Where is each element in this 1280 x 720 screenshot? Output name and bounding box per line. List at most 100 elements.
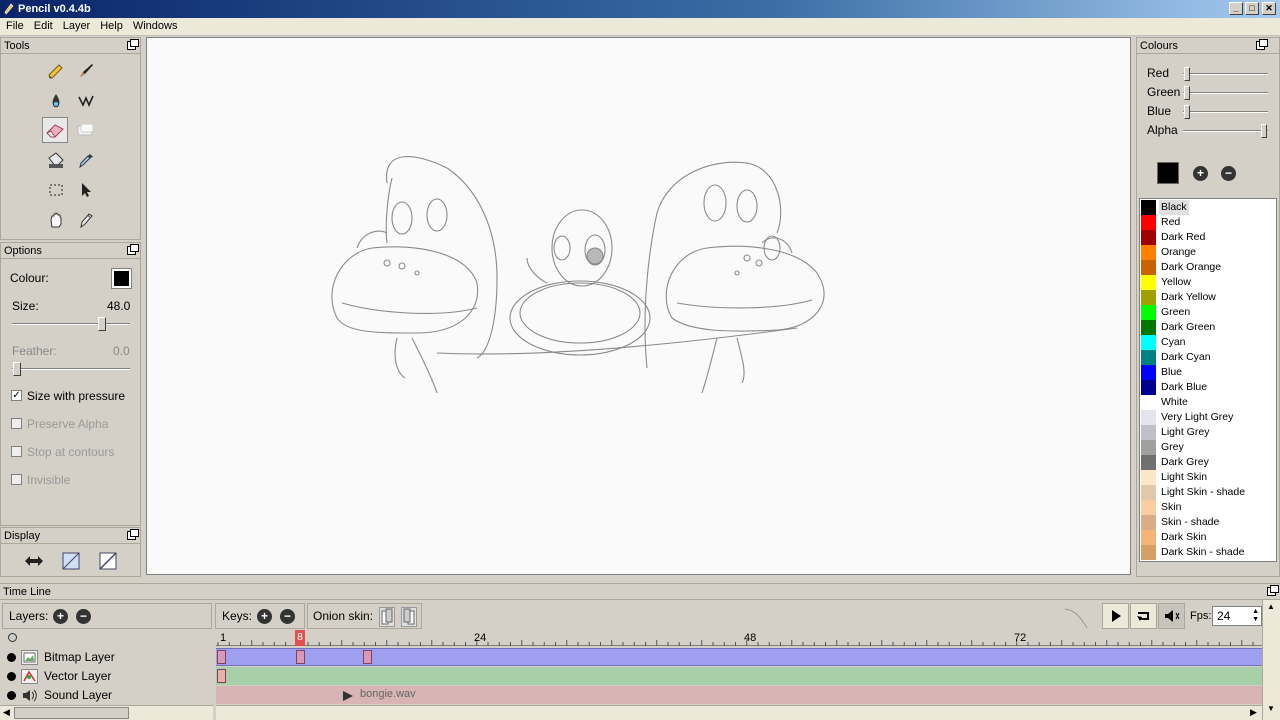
layer-row-bitmap[interactable]: Bitmap Layer xyxy=(0,648,213,667)
palette-item[interactable]: Dark Skin xyxy=(1141,530,1273,545)
float-panel-icon[interactable] xyxy=(1256,39,1268,50)
float-panel-icon[interactable] xyxy=(1267,585,1279,596)
menu-file[interactable]: File xyxy=(0,18,28,32)
palette-item[interactable]: Cyan xyxy=(1141,335,1273,350)
onion-prev-icon[interactable] xyxy=(379,607,395,627)
bucket-tool-icon[interactable] xyxy=(43,147,69,173)
menu-layer[interactable]: Layer xyxy=(57,18,95,32)
layer-visibility-icon[interactable] xyxy=(7,691,16,700)
ink-tool-icon[interactable] xyxy=(43,88,69,114)
layers-scrollbar-thumb[interactable] xyxy=(14,707,129,719)
menu-help[interactable]: Help xyxy=(94,18,127,32)
green-slider-thumb[interactable] xyxy=(1184,86,1190,100)
polyline-tool-icon[interactable] xyxy=(73,88,99,114)
visibility-all-icon[interactable] xyxy=(8,633,17,642)
add-layer-icon[interactable]: + xyxy=(53,609,68,624)
pen-tool-icon[interactable] xyxy=(73,58,99,84)
palette-item[interactable]: Dark Skin - shade xyxy=(1141,545,1273,560)
frame-ruler[interactable]: 1 24 48 72 8 xyxy=(216,630,1262,646)
outlines-icon[interactable] xyxy=(95,548,121,574)
eraser-tool-icon[interactable] xyxy=(42,117,68,143)
mirror-horizontal-icon[interactable] xyxy=(21,548,47,574)
layer-row-sound[interactable]: Sound Layer xyxy=(0,686,213,705)
play-button[interactable] xyxy=(1102,603,1129,629)
vector-layer-track[interactable] xyxy=(216,667,1262,685)
blue-slider-track[interactable] xyxy=(1183,111,1268,113)
palette-item[interactable]: Dark Grey xyxy=(1141,455,1273,470)
layer-visibility-icon[interactable] xyxy=(7,653,16,662)
move-tool-icon[interactable] xyxy=(73,177,99,203)
green-slider-track[interactable] xyxy=(1183,92,1268,94)
red-slider-thumb[interactable] xyxy=(1184,67,1190,81)
palette-item[interactable]: Grey xyxy=(1141,440,1273,455)
palette-item[interactable]: Dark Yellow xyxy=(1141,290,1273,305)
scroll-right-icon[interactable]: ▶ xyxy=(1250,707,1257,718)
spin-up-icon[interactable]: ▲ xyxy=(1252,608,1259,615)
palette-item[interactable]: Light Grey xyxy=(1141,425,1273,440)
onion-next-icon[interactable] xyxy=(401,607,417,627)
thin-lines-icon[interactable] xyxy=(58,548,84,574)
size-slider-thumb[interactable] xyxy=(98,317,106,331)
remove-key-icon[interactable]: − xyxy=(280,609,295,624)
palette-item[interactable]: Blue xyxy=(1141,365,1273,380)
drawing-canvas[interactable] xyxy=(146,37,1131,575)
hand-tool-icon[interactable] xyxy=(43,207,69,233)
maximize-button[interactable]: □ xyxy=(1245,2,1259,15)
palette-item[interactable]: Black xyxy=(1141,200,1273,215)
palette-item[interactable]: White xyxy=(1141,395,1273,410)
red-slider-track[interactable] xyxy=(1183,73,1268,75)
scroll-up-icon[interactable]: ▲ xyxy=(1267,602,1275,611)
float-panel-icon[interactable] xyxy=(127,244,139,255)
scroll-down-icon[interactable]: ▼ xyxy=(1267,704,1275,713)
menu-windows[interactable]: Windows xyxy=(127,18,182,32)
smudge-tool-icon[interactable] xyxy=(73,207,99,233)
current-colour-swatch[interactable] xyxy=(1157,162,1179,184)
invisible-checkbox[interactable] xyxy=(11,474,22,485)
palette-item[interactable]: Skin - shade xyxy=(1141,515,1273,530)
palette-item[interactable]: Dark Blue xyxy=(1141,380,1273,395)
spin-down-icon[interactable]: ▼ xyxy=(1252,616,1259,623)
size-slider-track[interactable] xyxy=(12,323,130,325)
palette-item[interactable]: Red xyxy=(1141,215,1273,230)
eyedropper-tool-icon[interactable] xyxy=(73,147,99,173)
fps-spinbox[interactable]: 24 ▲ ▼ xyxy=(1212,606,1262,626)
float-panel-icon[interactable] xyxy=(127,39,139,50)
pencil-tool-icon[interactable] xyxy=(43,58,69,84)
scroll-left-icon[interactable]: ◀ xyxy=(3,707,10,718)
menu-edit[interactable]: Edit xyxy=(28,18,57,32)
palette-item[interactable]: Very Light Grey xyxy=(1141,410,1273,425)
layers-scrollbar[interactable]: ◀ xyxy=(0,705,213,720)
select-tool-icon[interactable] xyxy=(43,177,69,203)
feather-slider-thumb[interactable] xyxy=(13,362,21,376)
current-frame-marker[interactable]: 8 xyxy=(295,630,305,646)
colour-swatch-button[interactable] xyxy=(111,268,132,289)
alpha-slider-track[interactable] xyxy=(1183,130,1268,132)
timeline-scrollbar[interactable]: ▶ xyxy=(216,705,1262,720)
add-key-icon[interactable]: + xyxy=(257,609,272,624)
feather-slider-track[interactable] xyxy=(12,368,130,370)
palette-item[interactable]: Light Skin xyxy=(1141,470,1273,485)
keyframe[interactable] xyxy=(363,650,373,664)
minimize-button[interactable]: _ xyxy=(1229,2,1243,15)
keyframe[interactable] xyxy=(217,650,226,664)
palette-item[interactable]: Dark Green xyxy=(1141,320,1273,335)
remove-layer-icon[interactable]: − xyxy=(76,609,91,624)
bitmap-layer-track[interactable] xyxy=(216,648,1262,666)
palette-item[interactable]: Orange xyxy=(1141,245,1273,260)
remove-colour-icon[interactable]: − xyxy=(1221,166,1236,181)
blue-slider-thumb[interactable] xyxy=(1184,105,1190,119)
layer-visibility-icon[interactable] xyxy=(7,672,16,681)
close-button[interactable]: ✕ xyxy=(1262,2,1276,15)
loop-button[interactable] xyxy=(1130,603,1157,629)
alpha-slider-thumb[interactable] xyxy=(1261,124,1267,138)
keyframe[interactable] xyxy=(295,650,305,664)
palette-item[interactable]: Light Skin - shade xyxy=(1141,485,1273,500)
palette-item[interactable]: Dark Orange xyxy=(1141,260,1273,275)
palette-item[interactable]: Yellow xyxy=(1141,275,1273,290)
palette-item[interactable]: Dark Red xyxy=(1141,230,1273,245)
size-pressure-checkbox[interactable]: ✓ xyxy=(11,390,22,401)
sound-layer-track[interactable]: bongie.wav xyxy=(216,686,1262,704)
timeline-vertical-scrollbar[interactable]: ▲ ▼ xyxy=(1262,600,1280,720)
palette-item[interactable]: Dark Cyan xyxy=(1141,350,1273,365)
stop-contours-checkbox[interactable] xyxy=(11,446,22,457)
